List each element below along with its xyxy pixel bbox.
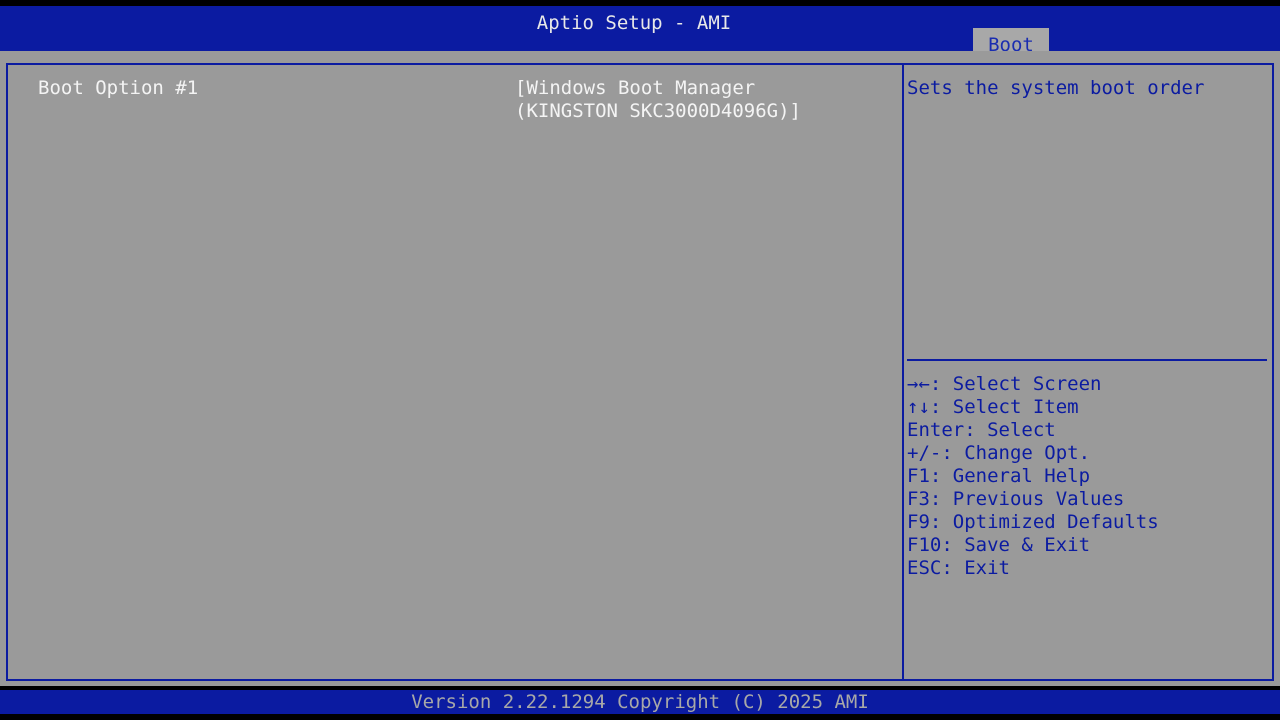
boot-option-1-value-line2: (KINGSTON SKC3000D4096G)] xyxy=(515,100,801,122)
help-description: Sets the system boot order xyxy=(907,77,1205,99)
key-hint-exit: ESC: Exit xyxy=(907,557,1010,579)
header-separator xyxy=(0,51,1280,61)
boot-option-1-row[interactable]: Boot Option #1 [Windows Boot Manager (KIN… xyxy=(8,77,902,123)
settings-panel: Boot Option #1 [Windows Boot Manager (KIN… xyxy=(6,63,904,681)
footer: Version 2.22.1294 Copyright (C) 2025 AMI xyxy=(0,686,1280,720)
help-panel: Sets the system boot order →←: Select Sc… xyxy=(902,63,1274,681)
help-divider xyxy=(907,359,1267,361)
boot-option-1-value[interactable]: [Windows Boot Manager (KINGSTON SKC3000D4… xyxy=(515,77,801,123)
boot-option-1-value-line1: [Windows Boot Manager xyxy=(515,77,756,99)
key-hint-select-screen: →←: Select Screen xyxy=(907,373,1102,395)
key-hint-select-item: ↑↓: Select Item xyxy=(907,396,1079,418)
key-legend: →←: Select Screen ↑↓: Select Item Enter:… xyxy=(907,373,1159,580)
main-area: Boot Option #1 [Windows Boot Manager (KIN… xyxy=(0,61,1280,686)
key-hint-general-help: F1: General Help xyxy=(907,465,1091,487)
app-title: Aptio Setup - AMI xyxy=(536,12,732,34)
key-hint-save-exit: F10: Save & Exit xyxy=(907,534,1091,556)
key-hint-change-opt: +/-: Change Opt. xyxy=(907,442,1091,464)
header-bar: Aptio Setup - AMI Boot xyxy=(0,6,1280,57)
boot-option-1-label: Boot Option #1 xyxy=(38,77,199,99)
key-hint-previous-values: F3: Previous Values xyxy=(907,488,1125,510)
version-text: Version 2.22.1294 Copyright (C) 2025 AMI xyxy=(0,690,1280,714)
key-hint-optimized-defaults: F9: Optimized Defaults xyxy=(907,511,1159,533)
key-hint-enter: Enter: Select xyxy=(907,419,1056,441)
